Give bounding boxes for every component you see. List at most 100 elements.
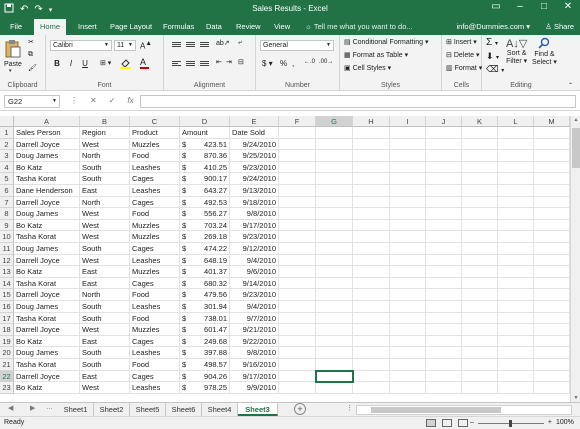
data-cell[interactable] [426,161,462,174]
data-cell[interactable] [316,254,353,267]
data-cell[interactable]: $401.37 [180,266,230,278]
format-painter-icon[interactable]: 🖌 [28,64,37,72]
data-cell[interactable]: Muzzles [130,266,180,278]
page-break-view-icon[interactable] [458,419,468,427]
data-cell[interactable] [353,161,390,174]
data-cell[interactable] [353,301,390,313]
data-cell[interactable]: Doug James [14,208,80,220]
data-cell[interactable]: Darrell Joyce [14,289,80,301]
data-cell[interactable] [390,138,426,151]
data-cell[interactable]: Muzzles [130,231,180,243]
data-cell[interactable] [390,301,426,313]
row-header[interactable]: 22 [0,370,14,383]
data-cell[interactable]: West [80,231,130,243]
align-center-icon[interactable] [186,60,195,68]
row-header[interactable]: 3 [0,150,14,162]
data-cell[interactable] [279,254,316,267]
data-cell[interactable] [390,277,426,290]
data-cell[interactable] [534,370,570,383]
data-cell[interactable] [390,370,426,383]
data-cell[interactable]: Cages [130,277,180,290]
data-cell[interactable] [279,347,316,359]
data-cell[interactable] [498,231,534,243]
data-cell[interactable] [462,266,498,278]
data-cell[interactable] [462,370,498,383]
data-cell[interactable] [279,173,316,185]
data-cell[interactable]: Darrell Joyce [14,254,80,267]
wrap-text-icon[interactable]: ⤶ [238,39,242,47]
data-cell[interactable] [279,370,316,383]
data-cell[interactable]: Cages [130,173,180,185]
tab-insert[interactable]: Insert [72,19,103,35]
data-cell[interactable]: West [80,254,130,267]
data-cell[interactable] [279,161,316,174]
row-header[interactable]: 21 [0,359,14,371]
data-cell[interactable] [498,138,534,151]
data-cell[interactable] [534,138,570,151]
data-cell[interactable] [462,347,498,359]
data-cell[interactable] [353,196,390,209]
data-cell[interactable] [534,185,570,197]
data-cell[interactable] [426,324,462,336]
data-cell[interactable] [316,185,353,197]
data-cell[interactable]: East [80,370,130,383]
data-cell[interactable]: 9/23/2010 [230,289,279,301]
header-cell[interactable] [462,127,498,139]
data-cell[interactable] [498,208,534,220]
data-cell[interactable] [462,254,498,267]
zoom-level[interactable]: 100% [556,417,574,429]
data-cell[interactable] [498,173,534,185]
header-cell[interactable]: Sales Person [14,127,80,139]
sort-filter-button[interactable]: A↓▽ Sort & Filter ▾ [506,37,527,65]
data-cell[interactable] [426,312,462,325]
add-sheet-button[interactable]: + [294,403,306,415]
data-cell[interactable] [353,370,390,383]
data-cell[interactable]: West [80,219,130,232]
data-cell[interactable] [279,382,316,394]
data-cell[interactable]: Doug James [14,347,80,359]
row-header[interactable]: 6 [0,185,14,197]
data-cell[interactable]: 9/12/2010 [230,243,279,255]
row-header[interactable]: 2 [0,138,14,151]
data-cell[interactable]: 9/9/2010 [230,382,279,394]
data-cell[interactable] [498,266,534,278]
data-cell[interactable] [462,301,498,313]
data-cell[interactable] [316,301,353,313]
data-cell[interactable]: 9/23/2010 [230,161,279,174]
normal-view-icon[interactable] [426,419,436,427]
data-cell[interactable]: $643.27 [180,185,230,197]
font-color-icon[interactable]: A [140,57,149,69]
data-cell[interactable] [534,219,570,232]
data-cell[interactable]: 9/8/2010 [230,347,279,359]
data-cell[interactable] [462,219,498,232]
orientation-icon[interactable]: ab↗ [216,39,230,47]
data-cell[interactable] [498,196,534,209]
data-cell[interactable] [390,173,426,185]
data-cell[interactable]: West [80,382,130,394]
row-header[interactable]: 14 [0,277,14,290]
data-cell[interactable] [534,150,570,162]
column-header[interactable]: F [279,116,316,127]
data-cell[interactable]: Food [130,289,180,301]
next-sheet-icon[interactable]: ▶ [30,404,35,412]
vertical-scrollbar[interactable]: ▲ ▼ [570,116,580,402]
data-cell[interactable] [353,335,390,348]
data-cell[interactable] [316,289,353,301]
data-cell[interactable] [353,289,390,301]
data-cell[interactable] [462,324,498,336]
column-header[interactable]: I [390,116,426,127]
data-cell[interactable] [353,266,390,278]
data-cell[interactable] [353,243,390,255]
data-cell[interactable] [462,161,498,174]
header-cell[interactable]: Date Sold [230,127,279,139]
tab-formulas[interactable]: Formulas [157,19,200,35]
tab-view[interactable]: View [268,19,296,35]
data-cell[interactable] [426,266,462,278]
cut-icon[interactable]: ✂ [28,38,34,46]
tab-home[interactable]: Home [34,19,67,35]
zoom-out-icon[interactable]: – [470,417,474,429]
sheet-tab-sheet4[interactable]: Sheet4 [202,403,238,416]
data-cell[interactable] [498,382,534,394]
column-header[interactable]: B [80,116,130,127]
italic-button[interactable]: I [66,59,76,68]
